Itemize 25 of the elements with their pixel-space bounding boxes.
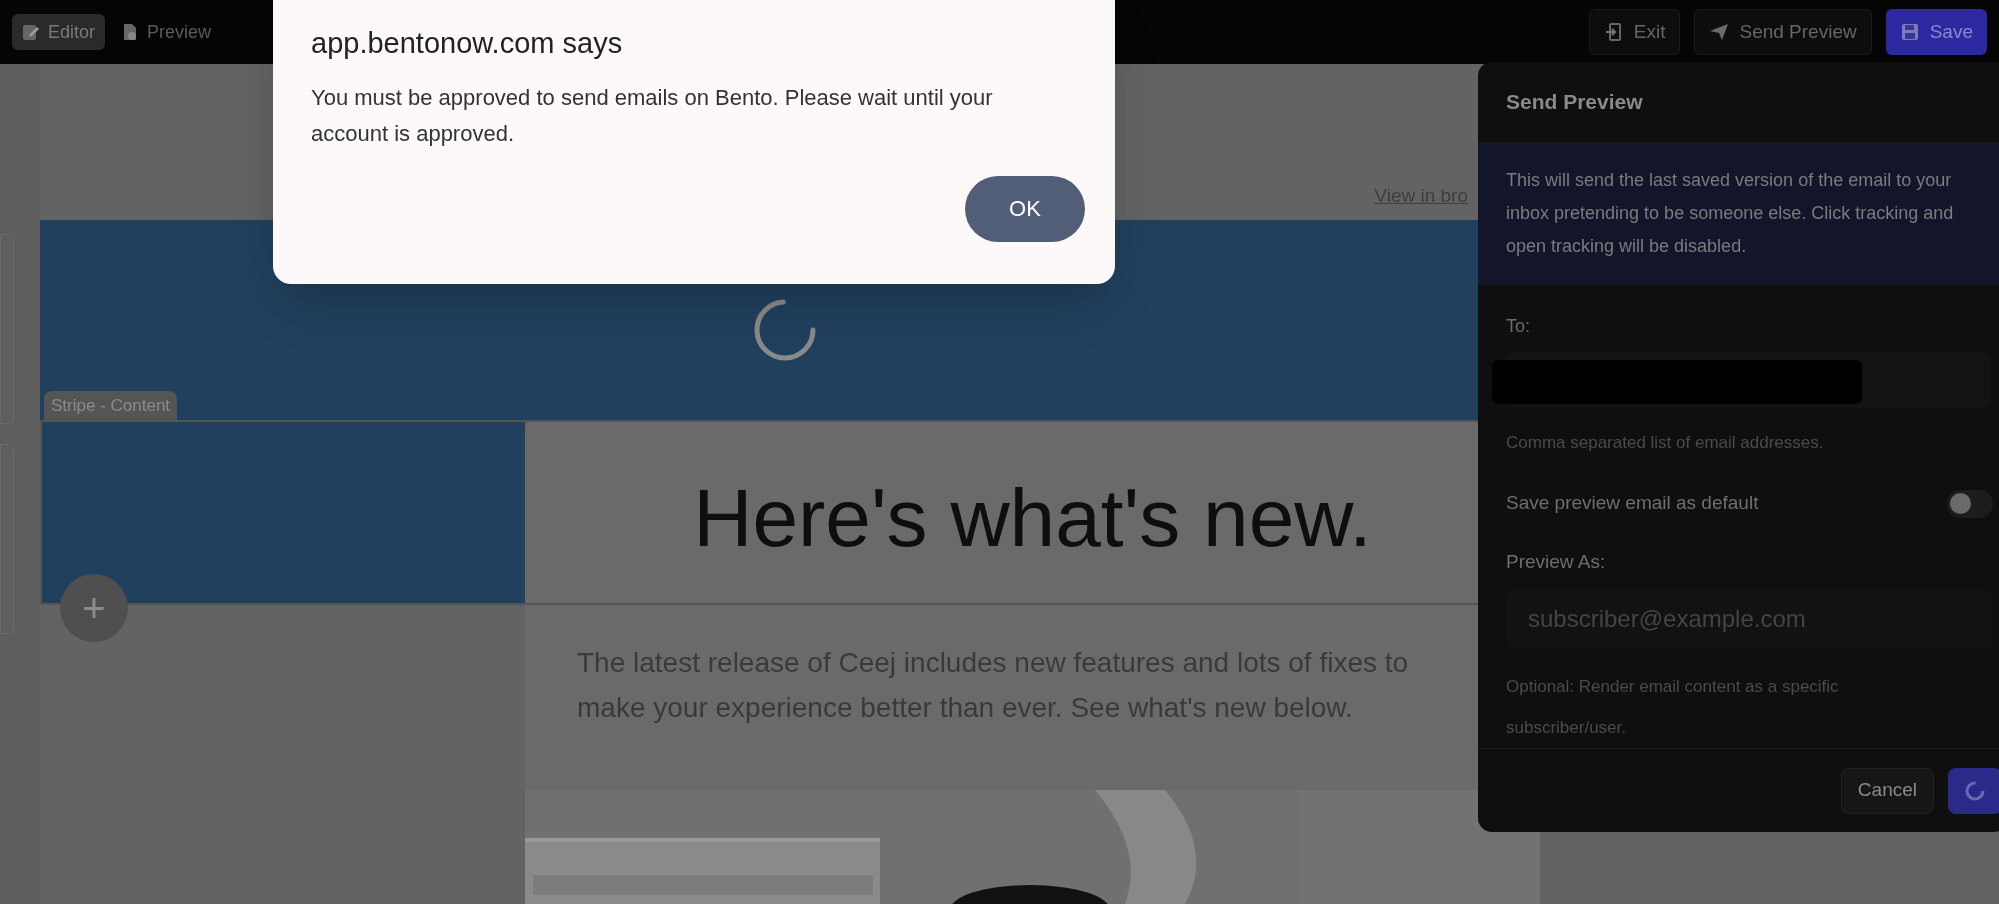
field-hint: Comma separated list of email addresses. [1506, 431, 1825, 454]
alert-title: app.bentonow.com says [311, 26, 624, 61]
exit-door-icon [1603, 22, 1624, 42]
add-block-button[interactable]: + [60, 574, 128, 642]
mode-tab[interactable]: Editor [12, 14, 106, 50]
send-icon [1709, 22, 1730, 42]
save-button[interactable]: Save [1885, 9, 1987, 55]
alert-message: You must be approved to send emails on Bento. Please wait until your account is approved. [311, 83, 994, 148]
mode-tab[interactable]: Preview [111, 14, 222, 50]
toggle-label: Save preview email as default [1506, 491, 1759, 516]
field-hint: Optional: Render email content as a specific subscriber/user. [1506, 676, 1840, 740]
field-label: To: [1506, 314, 1531, 338]
cancel-button[interactable]: Cancel [1840, 767, 1934, 814]
ok-button[interactable]: OK [965, 175, 1085, 242]
field-label: Preview As: [1506, 549, 1607, 574]
email-heading: Here's what's new. [693, 471, 1372, 565]
exit-button[interactable]: Exit [1588, 9, 1681, 55]
loading-spinner-icon [1964, 779, 1986, 802]
edit-icon [22, 23, 40, 41]
send-button[interactable] [1948, 767, 1999, 814]
save-icon [1899, 22, 1920, 42]
panel-title: Send Preview [1505, 89, 1644, 116]
send-preview-button[interactable]: Send Preview [1694, 9, 1872, 55]
info-text: This will send the last saved version of the email to your inbox pretending to be someone else. Click tracking and open tracking will be disabled. [1506, 168, 1955, 258]
default-toggle[interactable] [1947, 489, 1993, 518]
